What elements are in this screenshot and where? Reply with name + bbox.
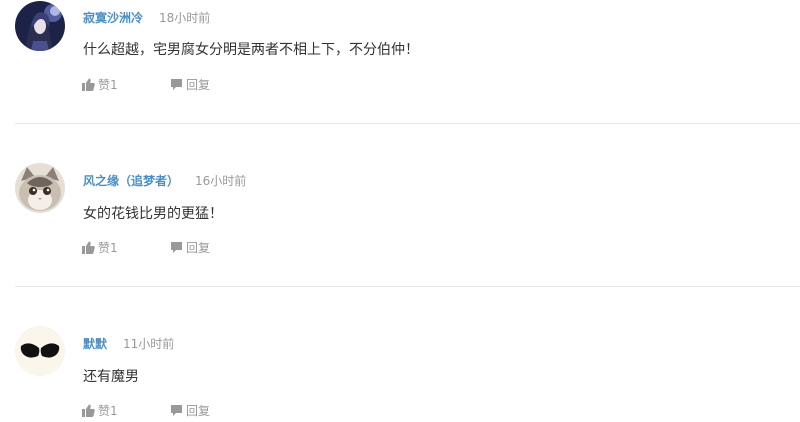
like-count: 赞1 [98,404,118,418]
reply-label: 回复 [186,78,211,92]
comment-text: 还有魔男 [83,369,139,385]
speech-bubble-icon [170,78,183,91]
speech-bubble-icon [170,241,183,254]
user-avatar[interactable] [15,1,65,51]
like-button[interactable]: 赞1 [82,76,118,93]
reply-label: 回复 [186,241,211,255]
thumbs-up-icon [82,241,95,254]
like-count: 赞1 [98,78,118,92]
comment-text: 女的花钱比男的更猛！ [83,206,223,222]
comment-username[interactable]: 默默 [83,335,107,352]
user-avatar[interactable] [15,163,65,213]
reply-label: 回复 [186,404,211,418]
thumbs-up-icon [82,404,95,417]
like-button[interactable]: 赞1 [82,402,118,419]
comment-time: 11小时前 [123,337,175,351]
comment-username[interactable]: 风之缘（追梦者） [83,172,179,189]
user-avatar[interactable] [15,326,65,376]
comment-time: 18小时前 [159,11,211,25]
like-button[interactable]: 赞1 [82,239,118,256]
speech-bubble-icon [170,404,183,417]
like-count: 赞1 [98,241,118,255]
comment-item: 默默 11小时前 还有魔男 赞1 回复 [0,287,800,422]
reply-button[interactable]: 回复 [170,402,210,419]
reply-button[interactable]: 回复 [170,76,210,93]
comment-item: 寂寞沙洲冷 18小时前 什么超越，宅男腐女分明是两者不相上下，不分伯仲！ 赞1 … [0,0,800,124]
comment-text: 什么超越，宅男腐女分明是两者不相上下，不分伯仲！ [83,42,419,58]
reply-button[interactable]: 回复 [170,239,210,256]
thumbs-up-icon [82,78,95,91]
comment-time: 16小时前 [195,174,247,188]
comment-username[interactable]: 寂寞沙洲冷 [83,9,143,26]
comment-item: 风之缘（追梦者） 16小时前 女的花钱比男的更猛！ 赞1 回复 [0,124,800,287]
